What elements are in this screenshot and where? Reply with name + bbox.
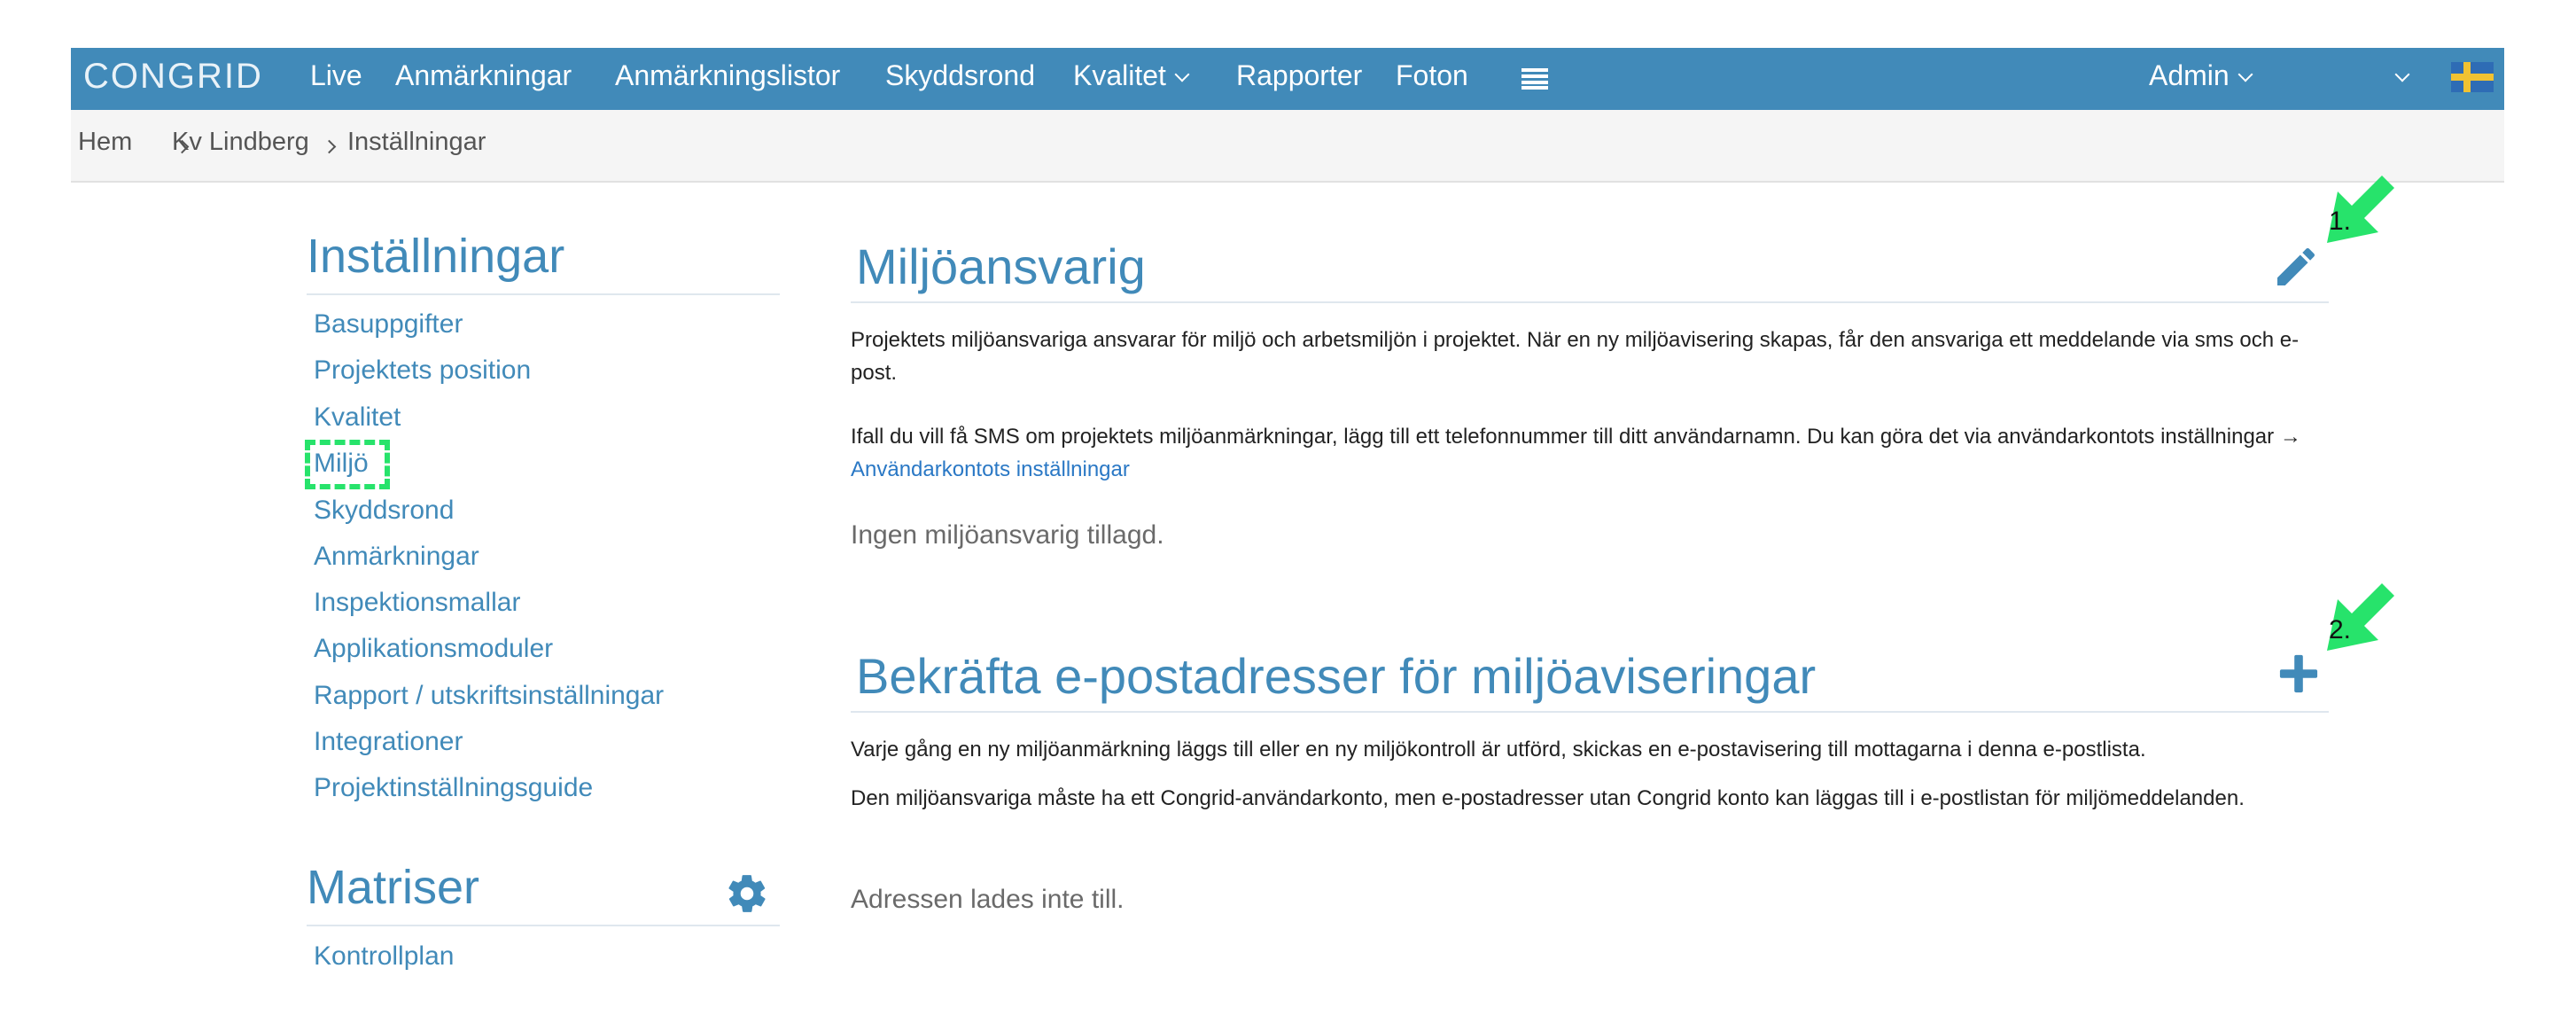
- miljo-highlight-box: [305, 440, 390, 489]
- sidebar-item-projektets-position[interactable]: Projektets position: [314, 355, 531, 386]
- user-menu[interactable]: Admin: [2149, 59, 2253, 92]
- nav-rapporter[interactable]: Rapporter: [1236, 59, 1362, 92]
- pencil-icon[interactable]: [2271, 242, 2321, 292]
- address-not-added-message: Adressen lades inte till.: [851, 885, 1125, 914]
- sidebar-item-projektinstallningsguide[interactable]: Projektinställningsguide: [314, 773, 593, 803]
- sms-info-text: Ifall du vill få SMS om projektets miljö…: [851, 425, 2301, 449]
- sidebar-item-kvalitet[interactable]: Kvalitet: [314, 402, 401, 433]
- sidebar-item-anmarkningar[interactable]: Anmärkningar: [314, 542, 479, 572]
- top-navbar: CONGRID Live Anmärkningar Anmärkningslis…: [71, 48, 2504, 110]
- settings-title: Inställningar: [307, 230, 565, 283]
- breadcrumb-current: Inställningar: [347, 128, 486, 156]
- chevron-right-icon: [322, 139, 337, 154]
- nav-anmarkningar[interactable]: Anmärkningar: [395, 59, 572, 92]
- breadcrumb: Hem Kv Lindberg Inställningar: [71, 110, 2504, 183]
- sidebar-item-inspektionsmallar[interactable]: Inspektionsmallar: [314, 588, 520, 618]
- section-title-email-confirm: Bekräfta e-postadresser för miljöaviseri…: [856, 648, 1817, 704]
- section1-sms-info: Ifall du vill få SMS om projektets miljö…: [851, 420, 2331, 486]
- annotation-marker-1: 1.: [2329, 207, 2352, 236]
- sidebar-item-integrationer[interactable]: Integrationer: [314, 727, 463, 757]
- congrid-logo[interactable]: CONGRID: [83, 57, 263, 97]
- chevron-down-icon: [2237, 66, 2253, 82]
- section2-divider: [851, 711, 2329, 713]
- nav-kvalitet[interactable]: Kvalitet: [1073, 59, 1190, 92]
- breadcrumb-hem[interactable]: Hem: [78, 128, 132, 157]
- sidebar-item-rapport[interactable]: Rapport / utskriftsinställningar: [314, 681, 664, 711]
- nav-kvalitet-label: Kvalitet: [1073, 59, 1166, 91]
- account-settings-link[interactable]: Användarkontots inställningar: [851, 457, 1130, 481]
- sidebar-item-kontrollplan[interactable]: Kontrollplan: [314, 941, 454, 972]
- matrices-title: Matriser: [307, 861, 480, 914]
- swedish-flag-icon[interactable]: [2451, 62, 2494, 92]
- sidebar-item-applikationsmoduler[interactable]: Applikationsmoduler: [314, 634, 553, 664]
- user-name: Admin: [2149, 59, 2230, 91]
- annotation-marker-2: 2.: [2329, 615, 2352, 644]
- no-responsible-message: Ingen miljöansvarig tillagd.: [851, 520, 1164, 550]
- sidebar-item-skyddsrond[interactable]: Skyddsrond: [314, 496, 454, 526]
- sidebar-item-basuppgifter[interactable]: Basuppgifter: [314, 309, 463, 340]
- section1-description: Projektets miljöansvariga ansvarar för m…: [851, 328, 2300, 385]
- project-dropdown[interactable]: [2386, 59, 2410, 92]
- section-title-miljoansvarig: Miljöansvarig: [856, 238, 1146, 294]
- nav-live[interactable]: Live: [310, 59, 362, 92]
- matrices-divider: [307, 925, 780, 926]
- section2-account-info: Den miljöansvariga måste ha ett Congrid-…: [851, 786, 2245, 810]
- list-icon[interactable]: [1521, 68, 1548, 90]
- nav-anmarkningslistor[interactable]: Anmärkningslistor: [615, 59, 840, 92]
- section1-divider: [851, 301, 2329, 303]
- gear-icon[interactable]: [725, 871, 769, 916]
- nav-skyddsrond[interactable]: Skyddsrond: [885, 59, 1035, 92]
- chevron-down-icon: [2394, 66, 2410, 82]
- nav-foton[interactable]: Foton: [1396, 59, 1468, 92]
- chevron-down-icon: [1174, 66, 1190, 82]
- section2-description: Varje gång en ny miljöanmärkning läggs t…: [851, 738, 2146, 762]
- plus-icon[interactable]: [2278, 653, 2319, 694]
- breadcrumb-project[interactable]: Kv Lindberg: [172, 128, 309, 157]
- settings-divider: [307, 293, 780, 295]
